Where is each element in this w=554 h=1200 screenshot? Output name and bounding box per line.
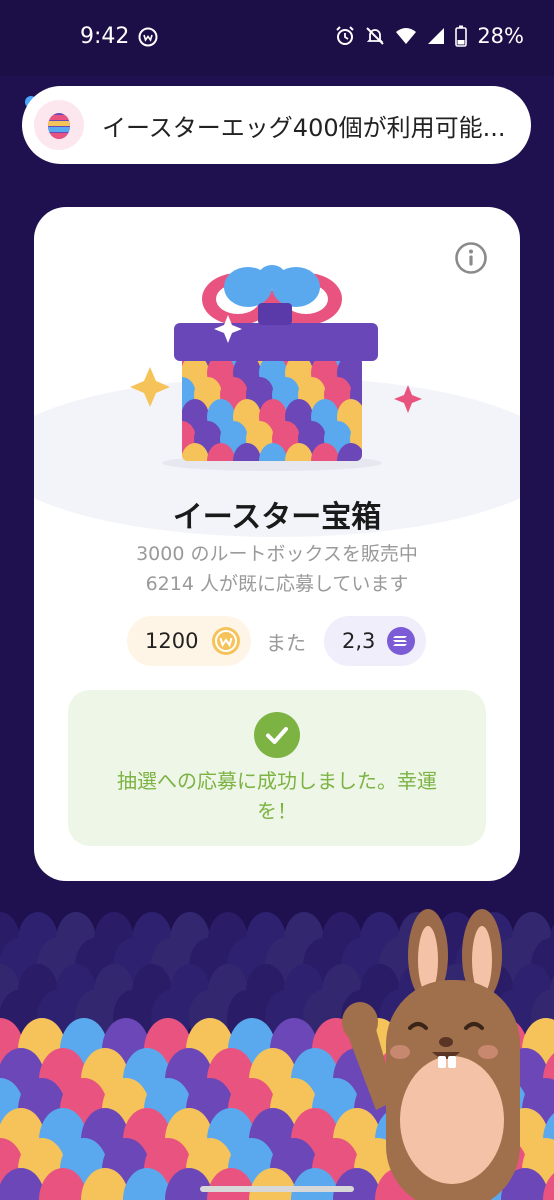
battery-percent: 28%: [477, 24, 524, 48]
status-icons: 28%: [335, 24, 524, 48]
home-indicator[interactable]: [200, 1186, 354, 1192]
app-w-icon: [138, 27, 158, 47]
or-label: また: [266, 631, 306, 655]
status-bar: 9:42 28%: [0, 0, 554, 76]
sol-price-option[interactable]: 2,3: [324, 616, 426, 666]
gift-box-illustration: [130, 265, 422, 471]
status-time: 9:42: [80, 24, 130, 49]
coin-icon: [212, 627, 240, 655]
check-icon: [254, 712, 300, 758]
sol-price-value: 2,3: [342, 629, 376, 653]
card-subtitle-stock: 3000 のルートボックスを販売中: [136, 543, 418, 565]
card-subtitle-applicants: 6214 人が既に応募しています: [145, 573, 409, 595]
signal-icon: [428, 28, 445, 44]
card-title: イースター宝箱: [172, 500, 382, 535]
easter-eggs-background: [0, 909, 554, 1200]
info-icon[interactable]: [454, 241, 488, 275]
success-message-box: 抽選への応募に成功しました。幸運 を！: [68, 690, 486, 846]
easter-egg-icon: [48, 113, 70, 139]
success-message: 抽選への応募に成功しました。幸運 を！: [98, 766, 456, 826]
success-message-line2: を！: [257, 799, 297, 823]
solana-icon: [387, 627, 415, 655]
coin-price-value: 1200: [145, 629, 199, 653]
coin-price-option[interactable]: 1200: [127, 616, 251, 666]
wifi-icon: [396, 28, 417, 44]
notification-icon-container: [34, 100, 84, 150]
notification-banner[interactable]: イースターエッグ400個が利用可能...: [22, 86, 531, 164]
success-message-line1: 抽選への応募に成功しました。幸運: [117, 769, 437, 793]
notification-text: イースターエッグ400個が利用可能...: [102, 113, 506, 142]
battery-icon: [455, 25, 468, 47]
treasure-box-card: イースター宝箱 3000 のルートボックスを販売中 6214 人が既に応募してい…: [34, 207, 520, 881]
mute-icon: [366, 27, 385, 45]
alarm-icon: [336, 26, 355, 45]
